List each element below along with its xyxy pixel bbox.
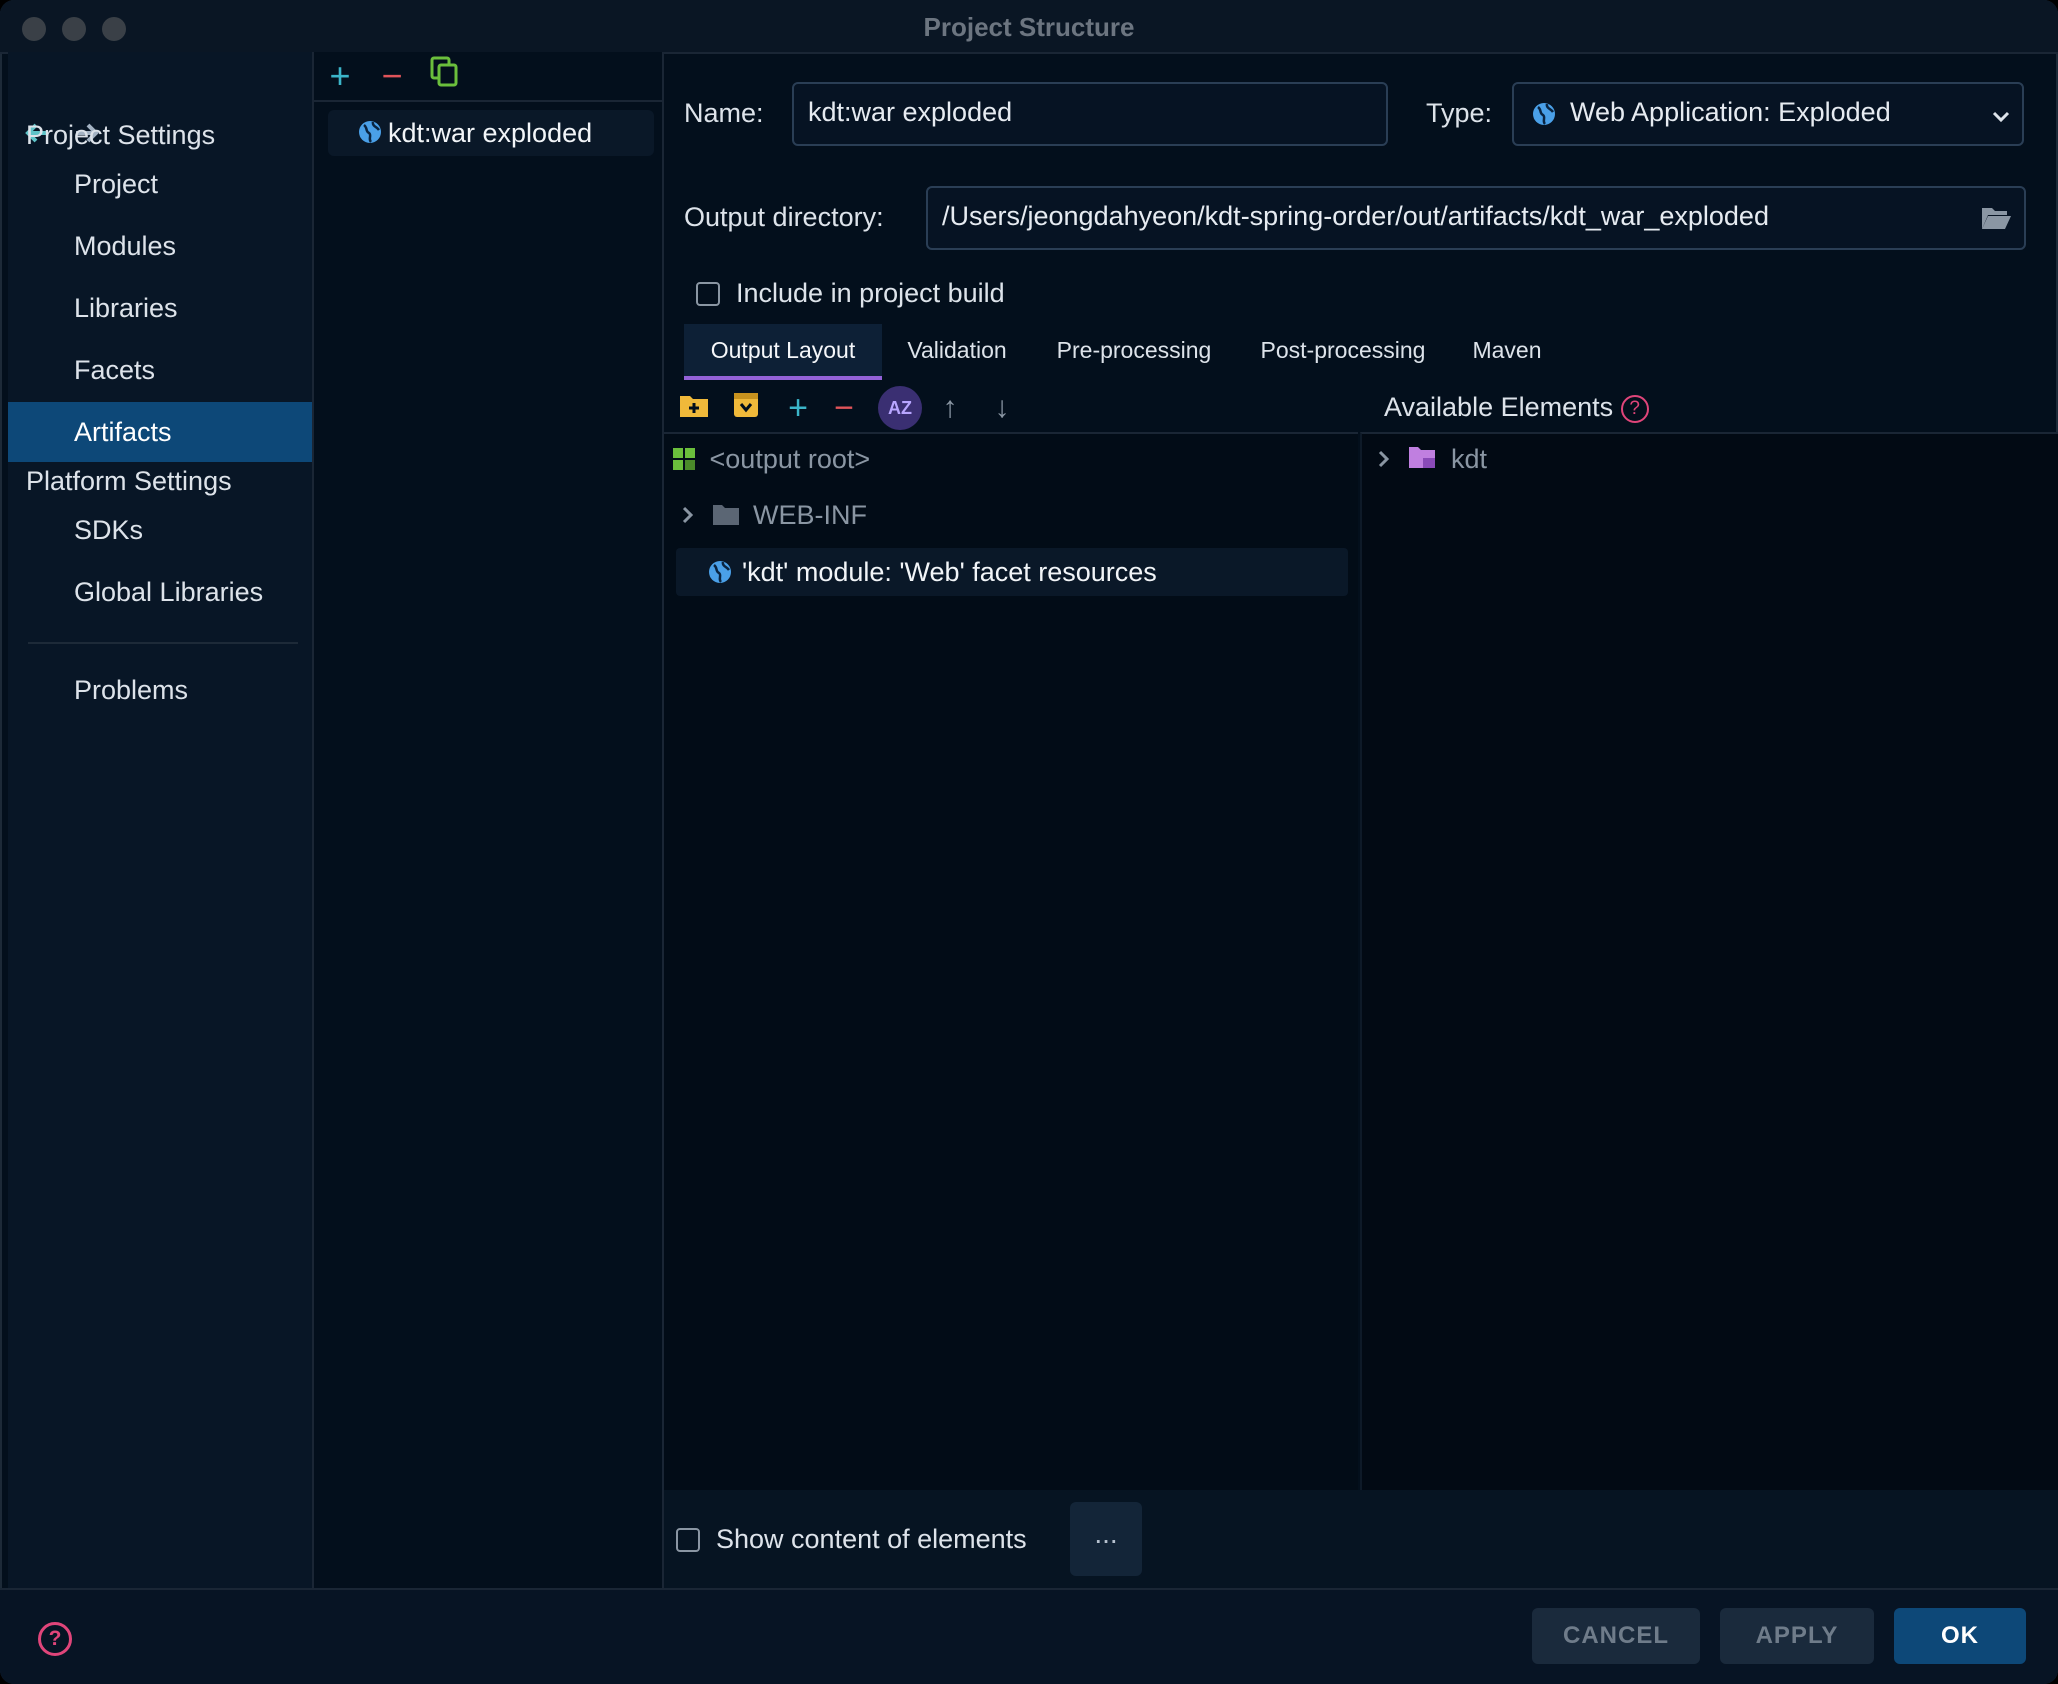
settings-sidebar: Project Settings Project Modules Librari… [8, 52, 312, 1588]
more-options-button[interactable]: ... [1070, 1502, 1142, 1576]
sidebar-item-global-libraries[interactable]: Global Libraries [8, 562, 312, 622]
tab-validation[interactable]: Validation [882, 324, 1032, 380]
add-copy-of-button[interactable]: + [776, 384, 820, 432]
show-content-label: Show content of elements [716, 1524, 1027, 1554]
project-settings-header: Project Settings [26, 120, 216, 150]
name-field-value: kdt:war exploded [808, 97, 1013, 127]
sidebar-item-project[interactable]: Project [8, 154, 312, 214]
name-label: Name: [684, 98, 764, 128]
help-icon[interactable]: ? [38, 1622, 72, 1656]
open-folder-icon[interactable] [1980, 204, 2012, 239]
cancel-button[interactable]: CANCEL [1532, 1608, 1700, 1664]
globe-icon [706, 558, 734, 591]
globe-icon [356, 118, 384, 151]
folder-icon [712, 503, 740, 534]
tree-item-web-facet-resources[interactable]: 'kdt' module: 'Web' facet resources [676, 548, 1348, 596]
layout-bottom-bar: Show content of elements ... [664, 1490, 2058, 1588]
chevron-right-icon[interactable] [678, 502, 698, 533]
sidebar-item-problems[interactable]: Problems [8, 660, 312, 720]
apply-button[interactable]: APPLY [1720, 1608, 1874, 1664]
output-directory-field[interactable]: /Users/jeongdahyeon/kdt-spring-order/out… [926, 186, 2026, 250]
sidebar-item-facets[interactable]: Facets [8, 340, 312, 400]
type-label: Type: [1426, 98, 1493, 128]
sidebar-item-modules[interactable]: Modules [8, 216, 312, 276]
artifact-toolbar-divider [314, 100, 662, 102]
sidebar-item-artifacts[interactable]: Artifacts [8, 402, 312, 462]
output-layout-tree[interactable]: <output root> WEB-INF 'kdt' module: 'Web… [664, 432, 1358, 1492]
tree-item-kdt[interactable]: kdt [1374, 444, 1487, 478]
copy-icon [429, 55, 459, 96]
sidebar-divider [28, 642, 298, 644]
move-down-button[interactable]: ↓ [980, 384, 1024, 432]
create-directory-button[interactable] [672, 384, 716, 432]
copy-artifact-button[interactable] [424, 56, 464, 98]
new-folder-icon [679, 389, 709, 427]
chevron-down-icon [1990, 104, 2012, 135]
tab-pre-processing[interactable]: Pre-processing [1032, 324, 1236, 380]
artifact-item-kdt-war-exploded[interactable]: kdt:war exploded [328, 110, 654, 156]
artifact-item-label: kdt:war exploded [388, 118, 593, 148]
include-in-build-label: Include in project build [736, 278, 1005, 308]
output-directory-value: /Users/jeongdahyeon/kdt-spring-order/out… [942, 201, 1769, 231]
sort-elements-button[interactable]: AZ [878, 386, 922, 430]
type-dropdown[interactable]: Web Application: Exploded [1512, 82, 2024, 146]
show-content-checkbox[interactable] [676, 1528, 700, 1552]
sidebar-item-libraries[interactable]: Libraries [8, 278, 312, 338]
remove-artifact-button[interactable]: − [372, 56, 412, 98]
window-title: Project Structure [923, 12, 1135, 42]
name-field[interactable]: kdt:war exploded [792, 82, 1388, 146]
tab-output-layout[interactable]: Output Layout [684, 324, 882, 380]
platform-settings-header: Platform Settings [26, 466, 232, 496]
include-in-build-checkbox[interactable] [696, 282, 720, 306]
add-artifact-button[interactable]: + [320, 56, 360, 98]
help-icon[interactable]: ? [1620, 395, 1649, 423]
chevron-right-icon[interactable] [1374, 446, 1394, 477]
tab-post-processing[interactable]: Post-processing [1236, 324, 1450, 380]
sidebar-item-sdks[interactable]: SDKs [8, 500, 312, 560]
tree-item-output-root[interactable]: <output root> [672, 444, 870, 478]
move-up-button[interactable]: ↑ [928, 384, 972, 432]
dialog-footer: ? CANCEL APPLY OK [0, 1588, 2058, 1684]
archive-icon [732, 389, 760, 427]
remove-element-button[interactable]: − [822, 384, 866, 432]
module-folder-icon [1408, 445, 1438, 478]
create-archive-button[interactable] [724, 384, 768, 432]
title-bar: Project Structure [0, 0, 2058, 54]
artifact-detail-pane: Name: kdt:war exploded Type: Web Applica… [664, 52, 2058, 1588]
tree-item-web-inf[interactable]: WEB-INF [678, 500, 867, 534]
tab-maven[interactable]: Maven [1450, 324, 1564, 380]
available-elements-header: Available Elements ? [1384, 392, 1649, 423]
project-structure-window: Project Structure Project Settings Proje… [0, 0, 2058, 1684]
output-directory-label: Output directory: [684, 202, 884, 232]
output-root-icon [672, 447, 696, 478]
type-dropdown-value: Web Application: Exploded [1570, 97, 1891, 127]
ok-button[interactable]: OK [1894, 1608, 2026, 1664]
available-elements-tree[interactable]: kdt [1360, 432, 2058, 1492]
artifact-list-pane: + − kdt:war exploded [314, 52, 662, 1588]
globe-icon [1530, 100, 1558, 135]
